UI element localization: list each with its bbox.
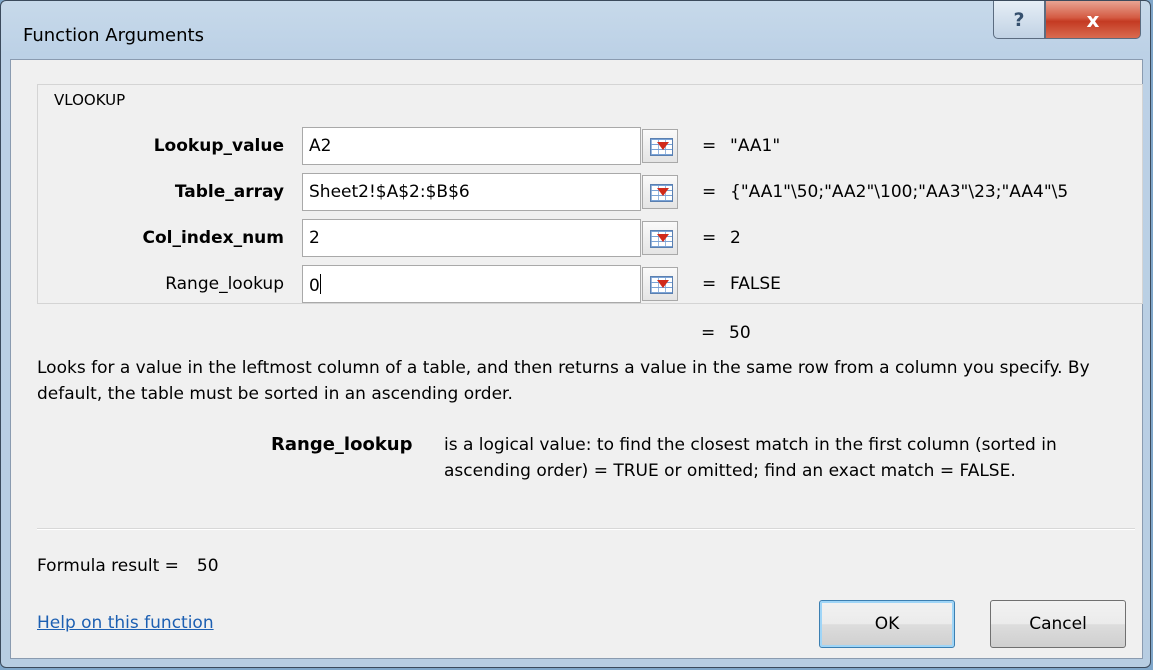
range-lookup-input[interactable]: 0 (302, 265, 641, 303)
close-button[interactable]: x (1045, 1, 1141, 39)
formula-result-value: 50 (196, 556, 219, 576)
lookup-value-input[interactable]: A2 (302, 127, 641, 165)
argument-description-text: is a logical value: to find the closest … (444, 435, 1057, 481)
help-icon: ? (1013, 8, 1025, 31)
argument-row-range-lookup: Range_lookup 0 = FALSE (38, 265, 1144, 305)
function-result: = 50 (701, 323, 751, 343)
table-array-input[interactable]: Sheet2!$A$2:$B$6 (302, 173, 641, 211)
argument-label: Table_array (174, 182, 284, 202)
function-description: Looks for a value in the leftmost column… (37, 358, 1090, 404)
argument-row-lookup-value: Lookup_value A2 = "AA1" (38, 127, 1144, 167)
dialog-title: Function Arguments (23, 25, 204, 46)
function-arguments-dialog: Function Arguments ? x VLOOKUP Lookup_va… (0, 0, 1151, 668)
collapse-dialog-button[interactable] (642, 175, 678, 209)
collapse-dialog-button[interactable] (642, 129, 678, 163)
argument-result: = "AA1" (702, 136, 781, 156)
arguments-group: VLOOKUP Lookup_value A2 = "AA1" Table_arr… (37, 84, 1143, 304)
formula-result-label: Formula result = (37, 556, 179, 576)
argument-label: Range_lookup (165, 274, 284, 294)
collapse-dialog-button[interactable] (642, 267, 678, 301)
formula-result: Formula result = 50 (37, 556, 219, 576)
function-name: VLOOKUP (50, 91, 130, 109)
ok-button[interactable]: OK (819, 600, 955, 648)
dialog-body: VLOOKUP Lookup_value A2 = "AA1" Table_arr… (10, 59, 1143, 659)
argument-result: = 2 (702, 228, 741, 248)
argument-description-name: Range_lookup (271, 434, 413, 455)
argument-result: = FALSE (702, 274, 781, 294)
argument-label: Col_index_num (142, 228, 285, 248)
cancel-button[interactable]: Cancel (990, 600, 1126, 648)
separator (37, 528, 1135, 530)
text-cursor (319, 274, 321, 294)
collapse-dialog-button[interactable] (642, 221, 678, 255)
argument-label: Lookup_value (153, 136, 284, 156)
argument-result: = {"AA1"\50;"AA2"\100;"AA3"\23;"AA4"\5 (702, 182, 1069, 202)
help-button[interactable]: ? (993, 1, 1045, 39)
argument-row-col-index-num: Col_index_num 2 = 2 (38, 219, 1144, 259)
col-index-num-input[interactable]: 2 (302, 219, 641, 257)
argument-row-table-array: Table_array Sheet2!$A$2:$B$6 = {"AA1"\50;… (38, 173, 1144, 213)
help-on-function-link[interactable]: Help on this function (37, 613, 214, 633)
close-icon: x (1086, 7, 1100, 32)
